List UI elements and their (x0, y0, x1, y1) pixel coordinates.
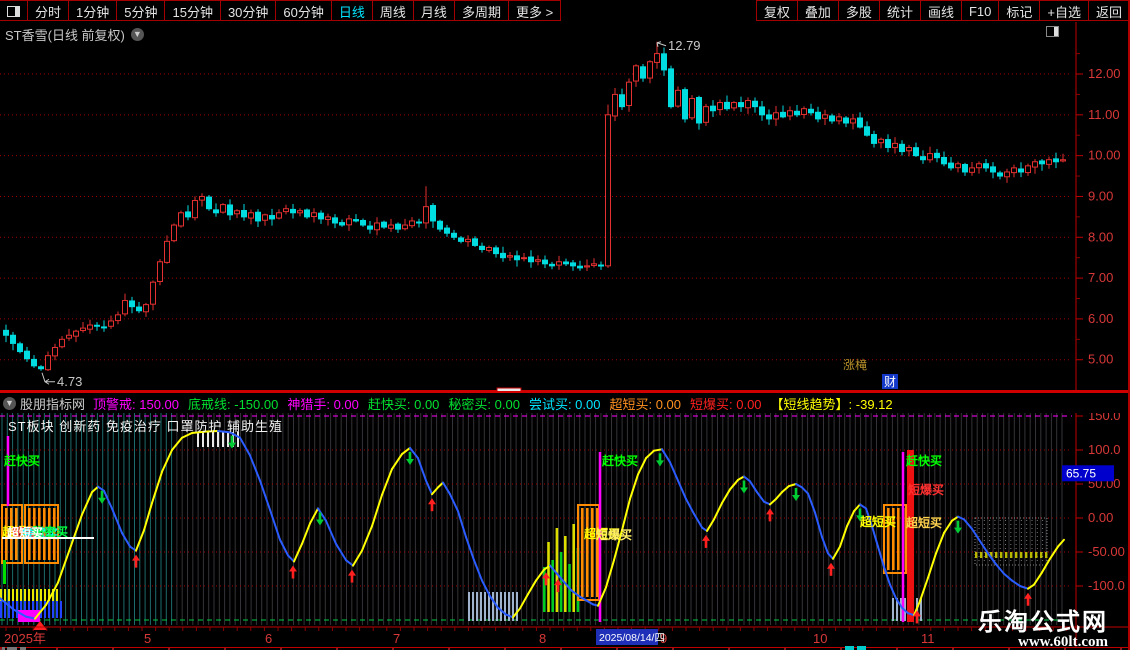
trend-colon: : (849, 397, 856, 412)
chevron-down-icon[interactable]: ▼ (131, 28, 144, 41)
svg-text:涨槞: 涨槞 (843, 357, 867, 372)
indicator-field-6: 超短买: 0.00 (609, 394, 681, 413)
indicator-field-3: 赶快买: 0.00 (368, 394, 440, 413)
svg-text:7.00: 7.00 (1088, 270, 1113, 285)
window-split-icon[interactable] (0, 0, 28, 21)
topbar-tool-7[interactable]: +自选 (1039, 0, 1089, 21)
page-title: ST香雪(日线 前复权) (5, 25, 125, 44)
topbar-item-3[interactable]: 15分钟 (164, 0, 220, 21)
svg-text:6: 6 (265, 631, 272, 646)
svg-text:4.73: 4.73 (57, 374, 82, 389)
indicator-field-1: 底戒线: -150.00 (188, 394, 278, 413)
topbar-item-1[interactable]: 1分钟 (68, 0, 117, 21)
svg-text:8: 8 (539, 631, 546, 646)
topbar-item-8[interactable]: 月线 (413, 0, 455, 21)
svg-text:9.00: 9.00 (1088, 188, 1113, 203)
svg-text:11.00: 11.00 (1088, 107, 1120, 122)
topbar-tool-1[interactable]: 叠加 (797, 0, 839, 21)
chart-canvas[interactable]: 12.79 4.73 涨槞财 12.00 11.00 10.00 9.00 8.00 7.00 6… (0, 0, 1130, 650)
svg-text:100.0: 100.0 (1088, 442, 1121, 457)
svg-text:-100.0: -100.0 (1088, 578, 1125, 593)
topbar-item-2[interactable]: 5分钟 (116, 0, 165, 21)
topbar-tool-8[interactable]: 返回 (1088, 0, 1130, 21)
svg-text:5.00: 5.00 (1088, 352, 1113, 367)
top-menu-bar: 分时1分钟5分钟15分钟30分钟60分钟日线周线月线多周期更多 > 复权叠加多股… (0, 0, 1130, 21)
svg-text:6.00: 6.00 (1088, 311, 1113, 326)
sector-tags: ST板块 创新药 免疫治疗 口罩防护 辅助生殖 (8, 416, 283, 435)
indicator-field-0: 顶警戒: 150.00 (93, 394, 179, 413)
topbar-tool-5[interactable]: F10 (961, 0, 999, 21)
topbar-tool-2[interactable]: 多股 (838, 0, 880, 21)
topbar-item-10[interactable]: 更多 > (508, 0, 561, 21)
svg-text:12.79: 12.79 (668, 38, 701, 53)
topbar-item-4[interactable]: 30分钟 (220, 0, 276, 21)
svg-text:12.00: 12.00 (1088, 66, 1121, 81)
jumble-underline (2, 537, 94, 539)
svg-text:11: 11 (921, 631, 935, 646)
indicator-field-4: 秘密买: 0.00 (448, 394, 520, 413)
indicator-header: ▼ 股朋指标网 顶警戒: 150.00 底戒线: -150.00 神猎手: 0.00… (0, 391, 1128, 413)
topbar-item-9[interactable]: 多周期 (454, 0, 509, 21)
topbar-item-7[interactable]: 周线 (372, 0, 414, 21)
svg-text:-50.00: -50.00 (1088, 544, 1125, 559)
signal-label-0: 赶快买 (4, 452, 40, 469)
signal-label-2: 赶快买 (906, 452, 942, 469)
svg-text:8.00: 8.00 (1088, 229, 1113, 244)
indicator-field-2: 神猎手: 0.00 (287, 394, 359, 413)
svg-text:财: 财 (884, 375, 896, 389)
signal-label-3: 短爆买 (908, 481, 944, 498)
trend-label: 【短线趋势】 (771, 397, 849, 412)
indicator-source: 股朋指标网 (20, 394, 85, 413)
topbar-item-6[interactable]: 日线 (331, 0, 373, 21)
trend-field: 【短线趋势】: -39.12 (771, 394, 893, 413)
topbar-item-5[interactable]: 60分钟 (275, 0, 331, 21)
signal-jumble-2-0: 超短买 (860, 513, 896, 530)
svg-text:7: 7 (393, 631, 400, 646)
trend-value: -39.12 (856, 397, 893, 412)
indicator-collapse-icon[interactable]: ▼ (3, 397, 16, 410)
tools-menu: 复权叠加多股统计画线F10标记+自选返回 (757, 0, 1130, 21)
signal-jumble-2-1: 超短买 (906, 514, 942, 531)
svg-text:10: 10 (813, 631, 827, 646)
svg-text:5: 5 (144, 631, 151, 646)
svg-text:0.00: 0.00 (1088, 510, 1113, 525)
topbar-item-0[interactable]: 分时 (27, 0, 69, 21)
topbar-tool-4[interactable]: 画线 (920, 0, 962, 21)
topbar-tool-6[interactable]: 标记 (998, 0, 1040, 21)
svg-text:2025/08/14/四: 2025/08/14/四 (599, 632, 665, 644)
svg-text:2025年: 2025年 (4, 631, 46, 646)
watermark-name: 乐淘公式网 (978, 611, 1108, 635)
indicator-fields: 顶警戒: 150.00 底戒线: -150.00 神猎手: 0.00 赶快买: 0.0… (93, 394, 771, 413)
chart-corner-icons (1046, 26, 1059, 37)
topbar-tool-0[interactable]: 复权 (756, 0, 798, 21)
signal-label-1: 赶快买 (602, 452, 638, 469)
maximize-icon[interactable] (1046, 26, 1059, 37)
chart-title-row: ST香雪(日线 前复权) ▼ (5, 25, 144, 44)
site-watermark: 乐淘公式网 www.60lt.com (978, 611, 1108, 650)
signal-jumble-1-1: 短爆买 (596, 526, 632, 543)
split-view-icon (7, 6, 20, 17)
period-menu: 分时1分钟5分钟15分钟30分钟60分钟日线周线月线多周期更多 > (28, 0, 561, 21)
watermark-url: www.60lt.com (978, 635, 1108, 650)
trading-app-window: 分时1分钟5分钟15分钟30分钟60分钟日线周线月线多周期更多 > 复权叠加多股… (0, 0, 1130, 650)
indicator-field-7: 短爆买: 0.00 (690, 394, 762, 413)
topbar-tool-3[interactable]: 统计 (879, 0, 921, 21)
indicator-field-5: 尝试买: 0.00 (529, 394, 601, 413)
svg-text:10.00: 10.00 (1088, 148, 1121, 163)
svg-text:65.75: 65.75 (1066, 466, 1096, 480)
